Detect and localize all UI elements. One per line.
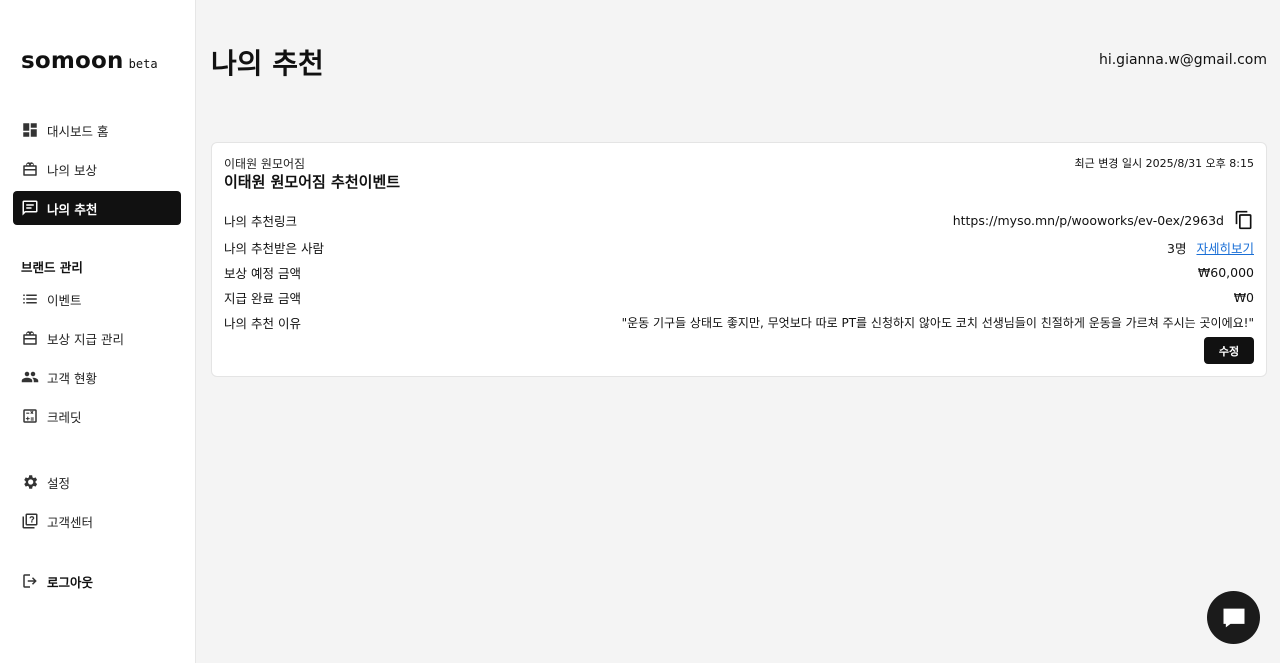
sidebar-item-my-referral[interactable]: 나의 추천 bbox=[13, 191, 181, 225]
list-icon bbox=[21, 290, 39, 308]
row-referred-people: 나의 추천받은 사람 3명 자세히보기 bbox=[224, 237, 1254, 257]
chat-bubble-icon bbox=[1223, 608, 1244, 627]
sidebar-item-label: 설정 bbox=[47, 475, 71, 491]
expected-reward-value: ₩60,000 bbox=[1197, 264, 1254, 280]
row-referral-link: 나의 추천링크 https://myso.mn/p/wooworks/ev-0e… bbox=[224, 210, 1254, 230]
brand-logo[interactable]: somoon beta bbox=[21, 48, 158, 74]
logout-icon bbox=[21, 572, 39, 590]
sidebar: somoon beta 대시보드 홈 나의 보상 나의 추천 브랜드 관리 이벤… bbox=[0, 0, 196, 663]
sidebar-item-label: 이벤트 bbox=[47, 292, 82, 308]
sidebar-item-settings[interactable]: 설정 bbox=[13, 465, 181, 499]
sidebar-item-reward-payout[interactable]: 보상 지급 관리 bbox=[13, 321, 181, 355]
sidebar-item-customers[interactable]: 고객 현황 bbox=[13, 360, 181, 394]
paid-amount-value: ₩0 bbox=[1233, 289, 1254, 305]
section-label-brand: 브랜드 관리 bbox=[21, 260, 83, 275]
user-email[interactable]: hi.gianna.w@gmail.com bbox=[1099, 52, 1267, 68]
referral-reason-value: "운동 기구들 상태도 좋지만, 무엇보다 따로 PT를 신청하지 않아도 코치… bbox=[621, 315, 1254, 330]
row-label: 지급 완료 금액 bbox=[224, 290, 301, 306]
brand-name: somoon bbox=[21, 48, 124, 74]
row-paid-amount: 지급 완료 금액 ₩0 bbox=[224, 287, 1254, 307]
row-label: 나의 추천 이유 bbox=[224, 315, 301, 331]
sidebar-item-label: 나의 추천 bbox=[47, 201, 98, 217]
referred-count: 3명 bbox=[1167, 240, 1187, 256]
page-title: 나의 추천 bbox=[211, 47, 324, 80]
people-icon bbox=[21, 368, 39, 386]
dashboard-icon bbox=[21, 121, 39, 139]
sidebar-item-events[interactable]: 이벤트 bbox=[13, 282, 181, 316]
last-updated: 최근 변경 일시 2025/8/31 오후 8:15 bbox=[1074, 157, 1254, 170]
edit-button[interactable]: 수정 bbox=[1204, 337, 1254, 364]
sidebar-item-label: 고객센터 bbox=[47, 514, 94, 530]
copy-icon[interactable] bbox=[1234, 210, 1254, 230]
chat-icon bbox=[21, 199, 39, 217]
sidebar-item-label: 대시보드 홈 bbox=[47, 123, 109, 139]
calculator-icon bbox=[21, 407, 39, 425]
card-event-title: 이태원 원모어짐 추천이벤트 bbox=[224, 173, 401, 191]
card-brand-name: 이태원 원모어짐 bbox=[224, 157, 306, 171]
row-label: 보상 예정 금액 bbox=[224, 265, 301, 281]
sidebar-item-my-reward[interactable]: 나의 보상 bbox=[13, 152, 181, 186]
logout-label: 로그아웃 bbox=[47, 574, 94, 590]
row-label: 나의 추천링크 bbox=[224, 213, 297, 229]
gear-icon bbox=[21, 473, 39, 491]
sidebar-item-help-center[interactable]: 고객센터 bbox=[13, 504, 181, 538]
help-icon bbox=[21, 512, 39, 530]
sidebar-item-label: 크레딧 bbox=[47, 409, 82, 425]
sidebar-item-label: 나의 보상 bbox=[47, 162, 97, 178]
sidebar-item-label: 고객 현황 bbox=[47, 370, 97, 386]
sidebar-item-dashboard[interactable]: 대시보드 홈 bbox=[13, 113, 181, 147]
gift-icon bbox=[21, 329, 39, 347]
sidebar-item-credit[interactable]: 크레딧 bbox=[13, 399, 181, 433]
sidebar-item-label: 보상 지급 관리 bbox=[47, 331, 124, 347]
referral-link-value: https://myso.mn/p/wooworks/ev-0ex/2963d bbox=[952, 212, 1224, 228]
row-label: 나의 추천받은 사람 bbox=[224, 240, 324, 256]
chat-fab-button[interactable] bbox=[1207, 591, 1260, 644]
reward-icon bbox=[21, 160, 39, 178]
beta-badge: beta bbox=[128, 57, 158, 71]
referral-card: 이태원 원모어짐 이태원 원모어짐 추천이벤트 최근 변경 일시 2025/8/… bbox=[211, 142, 1267, 377]
view-details-link[interactable]: 자세히보기 bbox=[1196, 238, 1254, 257]
logout-button[interactable]: 로그아웃 bbox=[13, 564, 181, 598]
row-expected-reward: 보상 예정 금액 ₩60,000 bbox=[224, 262, 1254, 282]
row-referral-reason: 나의 추천 이유 "운동 기구들 상태도 좋지만, 무엇보다 따로 PT를 신청… bbox=[224, 312, 1254, 332]
